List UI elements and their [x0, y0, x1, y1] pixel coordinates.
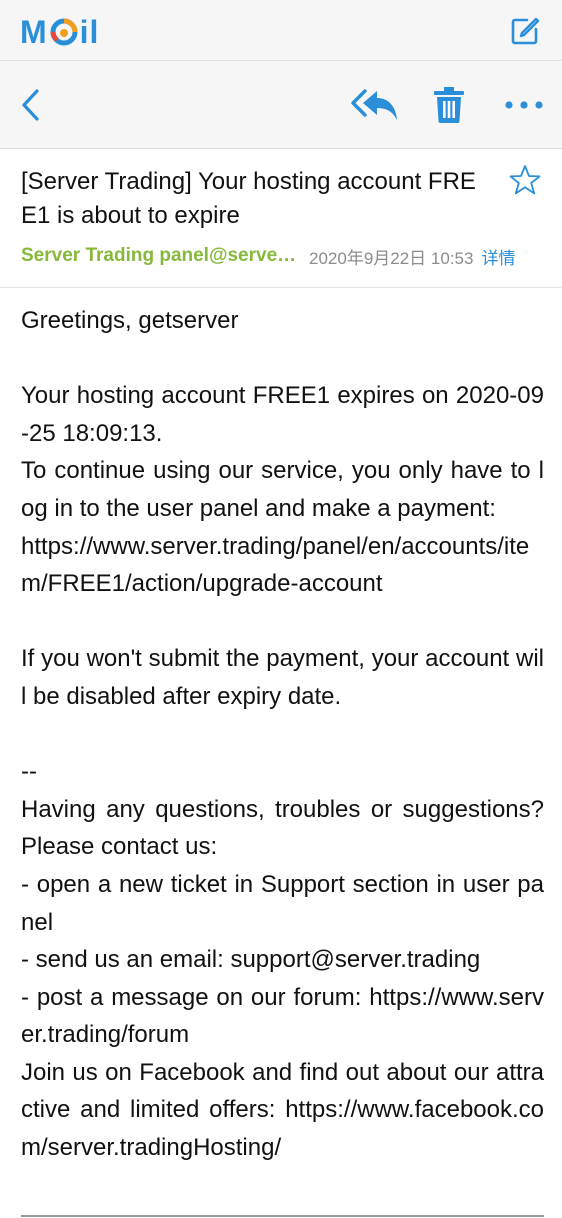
logo-text-prefix: M — [20, 14, 48, 50]
body-questions-line: Having any questions, troubles or sugges… — [21, 795, 544, 861]
more-horizontal-icon — [505, 101, 543, 109]
body-bottom-divider — [21, 1215, 544, 1217]
body-ticket-item: - open a new ticket in Support section i… — [21, 870, 544, 936]
sender-name[interactable]: Server Trading panel@server.trading — [21, 245, 297, 267]
app-logo: M il — [20, 14, 99, 50]
upgrade-account-link[interactable]: https://www.server.trading/panel/en/acco… — [21, 533, 529, 598]
message-toolbar — [0, 61, 562, 149]
body-facebook-line: Join us on Facebook and find out about o… — [21, 1058, 544, 1162]
body-disabled-line: If you won't submit the payment, your ac… — [21, 645, 544, 710]
signature-separator: -- — [21, 758, 37, 786]
chevron-left-icon — [22, 89, 39, 121]
more-options-button[interactable] — [500, 89, 548, 121]
body-expiry-line: Your hosting account FREE1 expires on 20… — [21, 382, 544, 447]
logo-text-suffix: il — [79, 14, 100, 50]
message-subject: [Server Trading] Your hosting account FR… — [21, 168, 476, 229]
body-continue-line: To continue using our service, you only … — [21, 457, 544, 522]
star-button[interactable] — [508, 163, 544, 199]
logo-mark-icon — [50, 18, 78, 46]
compose-icon — [511, 17, 540, 45]
message-body: Greetings, getserver Your hosting accoun… — [21, 302, 544, 1167]
mail-app: M il [Server Trading] Your hosting accou… — [0, 0, 562, 1218]
body-greeting: Greetings, getserver — [21, 307, 239, 334]
sender-row: Server Trading panel@server.trading 2020… — [21, 242, 546, 270]
message-date: 2020年9月22日 10:53 — [309, 248, 474, 268]
delete-button[interactable] — [430, 83, 468, 127]
details-link[interactable]: 详情 — [481, 244, 515, 269]
trash-icon — [434, 87, 464, 123]
reply-all-icon — [351, 89, 397, 120]
compose-button[interactable] — [508, 14, 542, 48]
back-button[interactable] — [12, 85, 48, 125]
brand-bar: M il — [0, 0, 562, 61]
star-outline-icon — [509, 165, 541, 195]
message-header: [Server Trading] Your hosting account FR… — [0, 149, 562, 288]
reply-all-button[interactable] — [350, 85, 400, 125]
body-email-item: - send us an email: support@server.tradi… — [21, 946, 481, 974]
body-forum-item: - post a message on our forum: https://w… — [21, 983, 544, 1049]
